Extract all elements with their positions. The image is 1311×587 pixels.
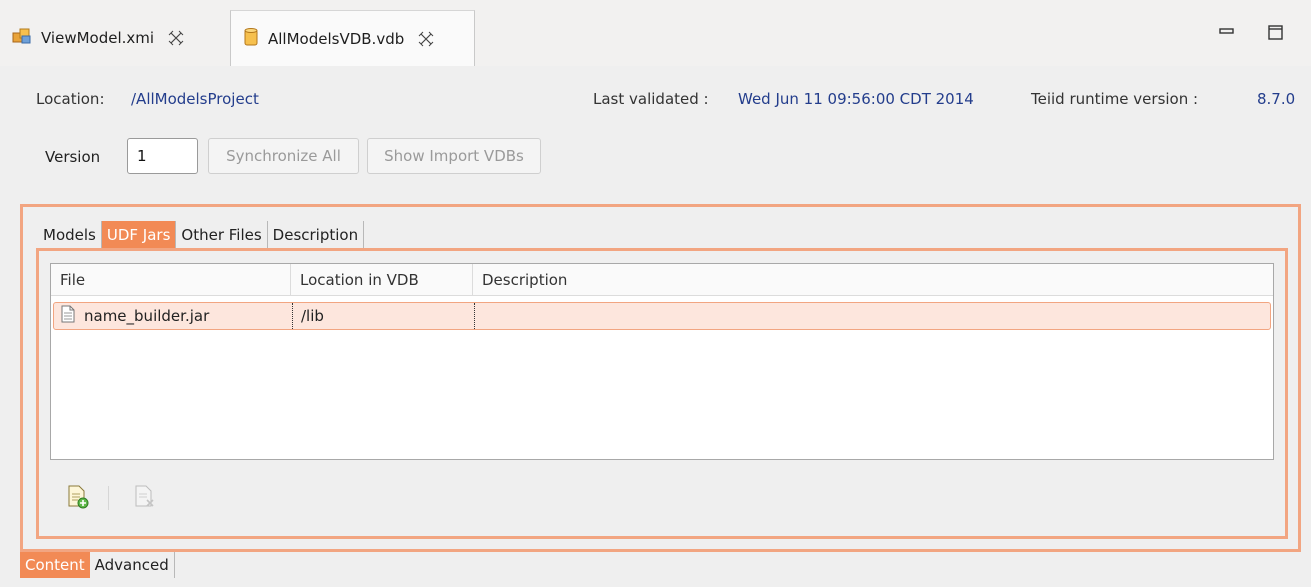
minimize-icon[interactable] [1218,24,1236,42]
model-icon [12,27,32,49]
show-import-vdbs-button[interactable]: Show Import VDBs [367,138,541,174]
synchronize-all-button[interactable]: Synchronize All [208,138,359,174]
editor-tab-allmodelsvdb[interactable]: AllModelsVDB.vdb [230,10,475,67]
file-name: name_builder.jar [84,307,210,325]
editor-tab-label: ViewModel.xmi [41,29,155,47]
table-row[interactable]: name_builder.jar /lib [53,302,1271,330]
table-header: File Location in VDB Description [51,264,1273,296]
runtime-version-value: 8.7.0 [1257,90,1296,108]
column-header-file[interactable]: File [51,264,291,295]
runtime-version-label: Teiid runtime version : [1031,90,1199,108]
tab-description[interactable]: Description [268,221,365,248]
tab-udf-jars[interactable]: UDF Jars [101,221,177,248]
editor-tab-viewmodel[interactable]: ViewModel.xmi [0,10,230,66]
tab-models[interactable]: Models [38,221,102,248]
last-validated-value: Wed Jun 11 09:56:00 CDT 2014 [738,90,974,108]
editor-tab-bar: ViewModel.xmi AllModelsVDB.vdb [0,0,1311,67]
tab-content[interactable]: Content [20,552,90,578]
cell-description[interactable] [474,303,1270,329]
version-label: Version [45,148,101,166]
jar-file-icon [60,305,76,327]
cell-file: name_builder.jar [60,303,290,329]
udf-jars-table: File Location in VDB Description name_bu… [50,263,1274,460]
column-header-location[interactable]: Location in VDB [291,264,473,295]
location-label: Location: [36,90,105,108]
tab-other-files[interactable]: Other Files [176,221,268,248]
editor-page-tabs: Content Advanced [20,552,175,578]
column-header-description[interactable]: Description [473,264,1273,295]
last-validated-label: Last validated : [593,90,709,108]
tab-advanced[interactable]: Advanced [90,552,175,578]
cell-location[interactable]: /lib [292,303,474,329]
location-value: /AllModelsProject [131,90,259,108]
remove-jar-icon[interactable] [133,484,157,510]
close-icon[interactable] [418,31,434,47]
close-icon[interactable] [168,30,184,46]
version-input[interactable] [127,138,198,174]
content-tab-bar: Models UDF Jars Other Files Description [38,221,365,248]
editor-tab-label: AllModelsVDB.vdb [268,30,405,48]
vdb-editor: Location: /AllModelsProject Last validat… [0,66,1311,587]
maximize-icon[interactable] [1267,24,1285,42]
add-jar-icon[interactable] [66,484,90,510]
database-icon [243,27,259,51]
toolbar-separator [108,486,109,510]
